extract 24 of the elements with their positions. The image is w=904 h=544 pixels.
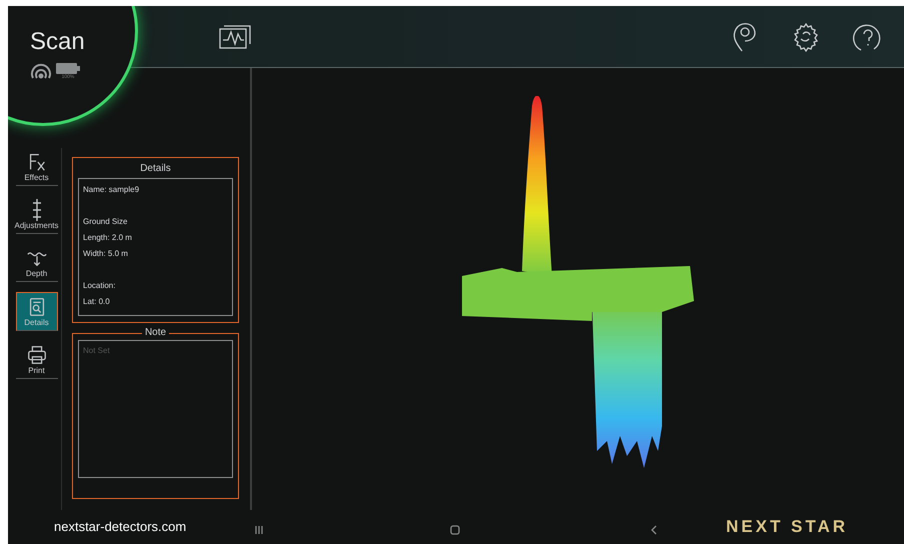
screen-title: Scan bbox=[30, 30, 85, 54]
detail-text: Name: sample9 bbox=[83, 184, 140, 196]
recent-apps-icon[interactable] bbox=[254, 525, 264, 535]
home-icon[interactable] bbox=[450, 525, 460, 535]
panel-title: Details bbox=[140, 162, 171, 176]
printer-icon bbox=[26, 344, 48, 366]
sidebar-tab[interactable]: Adjustments bbox=[16, 196, 58, 234]
sidebar-tab[interactable]: Depth bbox=[16, 244, 58, 282]
detail-text: Length: 2.0 m bbox=[83, 232, 133, 244]
waveform-window-icon[interactable] bbox=[218, 24, 252, 50]
sidebar-tab[interactable]: Details bbox=[16, 292, 58, 331]
detail-text: Location: bbox=[83, 280, 116, 292]
back-icon[interactable] bbox=[650, 525, 658, 535]
note-field[interactable]: Not Set bbox=[78, 340, 233, 478]
brand-logo: NEXT STAR bbox=[726, 516, 848, 538]
sliders-icon bbox=[32, 199, 40, 221]
detail-text: Ground Size bbox=[83, 216, 128, 228]
detail-text: Lat: 0.0 bbox=[83, 296, 111, 308]
detail-text: Width: 5.0 m bbox=[83, 248, 129, 260]
panel-title: Note bbox=[142, 328, 170, 338]
battery-icon bbox=[56, 63, 80, 74]
sidebar-tab[interactable]: Effects bbox=[16, 148, 58, 186]
sidebar-tab[interactable]: Print bbox=[16, 341, 58, 379]
website-text: nextstar-detectors.com bbox=[54, 518, 188, 536]
